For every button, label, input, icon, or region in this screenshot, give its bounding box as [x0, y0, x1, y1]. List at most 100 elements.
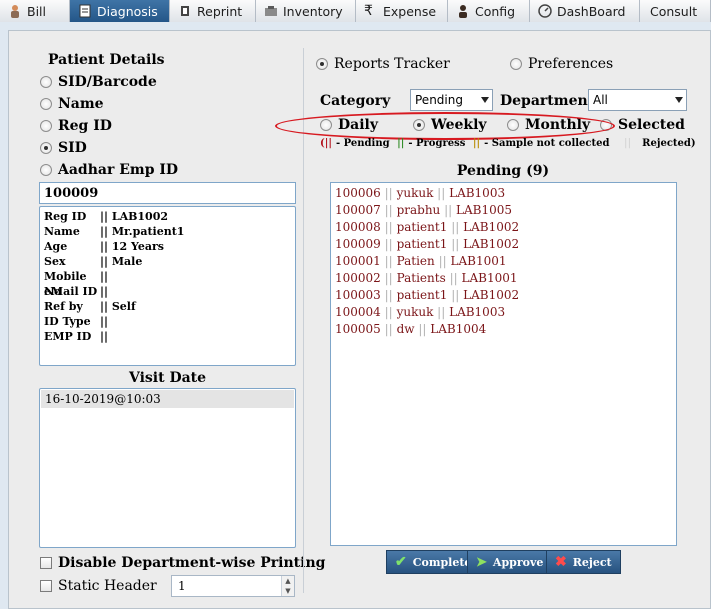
item-lab: LAB1003 — [449, 305, 506, 319]
button-label: Approve — [492, 555, 544, 569]
list-item[interactable]: 100008 || patient1 || LAB1002 — [335, 219, 672, 236]
list-item[interactable]: 100002 || Patients || LAB1001 — [335, 270, 672, 287]
info-key: ID Type — [44, 315, 91, 328]
radio-sid-barcode[interactable]: SID/Barcode — [40, 74, 157, 90]
tab-dashboard[interactable]: DashBoard — [530, 0, 640, 22]
radio-label: Preferences — [528, 56, 614, 72]
tab-label: Config — [475, 3, 516, 19]
radio-sid[interactable]: SID — [40, 140, 87, 156]
tab-diagnosis[interactable]: Diagnosis — [70, 0, 170, 22]
reprint-icon — [178, 4, 192, 18]
info-row-sex: Sex || Male — [44, 254, 291, 269]
list-item[interactable]: 100005 || dw || LAB1004 — [335, 321, 672, 338]
info-row-ref-by: Ref by || Self — [44, 299, 291, 314]
legend-pending-marker: (|| — [320, 138, 333, 149]
info-value: || LAB1002 — [100, 210, 169, 223]
tab-label: Expense — [383, 3, 437, 19]
document-icon — [78, 4, 92, 18]
rupee-icon: ₹ — [364, 3, 373, 19]
info-key: Ref by — [44, 300, 83, 313]
legend-pending: - Pending — [336, 138, 390, 149]
item-lab: LAB1004 — [430, 322, 487, 336]
radio-reg-id[interactable]: Reg ID — [40, 118, 112, 134]
close-icon: ✖ — [555, 554, 567, 570]
item-sid: 100002 — [335, 271, 381, 285]
list-item[interactable]: 100009 || patient1 || LAB1002 — [335, 236, 672, 253]
radio-label: Aadhar Emp ID — [58, 162, 179, 178]
visit-date-list: 16-10-2019@10:03 — [39, 388, 296, 548]
info-value: || — [100, 285, 109, 298]
patient-info-box: Reg ID || LAB1002 Name || Mr.patient1 Age |… — [39, 206, 296, 366]
radio-dot — [40, 98, 52, 110]
radio-preferences[interactable]: Preferences — [510, 56, 613, 72]
item-name: patient1 — [396, 220, 448, 234]
radio-aadhar-emp-id[interactable]: Aadhar Emp ID — [40, 162, 178, 178]
tab-bill[interactable]: Bill — [0, 0, 70, 22]
item-name: patient1 — [396, 237, 448, 251]
tab-label: Bill — [27, 3, 46, 19]
list-item[interactable]: 100007 || prabhu || LAB1005 — [335, 202, 672, 219]
radio-dot-selected — [316, 58, 328, 70]
info-key: EMP ID — [44, 330, 92, 343]
status-legend: (|| - Pending || - Progress || - Sample … — [320, 138, 696, 149]
disable-dept-printing-checkbox[interactable]: Disable Department-wise Printing — [40, 555, 325, 571]
radio-label: Selected — [618, 117, 685, 133]
spinner-arrows[interactable]: ▲ ▼ — [281, 576, 294, 596]
list-item[interactable]: 100006 || yukuk || LAB1003 — [335, 185, 672, 202]
visit-date-item[interactable]: 16-10-2019@10:03 — [41, 390, 294, 408]
pending-title: Pending (9) — [456, 163, 550, 179]
radio-name[interactable]: Name — [40, 96, 104, 112]
info-row-name: Name || Mr.patient1 — [44, 224, 291, 239]
department-value: All — [593, 93, 608, 107]
checkbox-box — [40, 580, 52, 592]
category-select[interactable]: Pending — [410, 89, 493, 111]
item-name: patient1 — [396, 288, 448, 302]
static-header-spinner[interactable]: 1 ▲ ▼ — [171, 575, 295, 597]
radio-label: Reg ID — [58, 118, 112, 134]
category-label: Category — [320, 93, 391, 109]
tab-consult[interactable]: Consult — [640, 0, 711, 22]
item-sid: 100004 — [335, 305, 381, 319]
item-lab: LAB1001 — [450, 254, 507, 268]
info-key: Reg ID — [44, 210, 87, 223]
tab-inventory[interactable]: Inventory — [256, 0, 356, 22]
department-select[interactable]: All — [588, 89, 687, 111]
tab-config[interactable]: Config — [448, 0, 530, 22]
tab-expense[interactable]: ₹ Expense — [356, 0, 448, 22]
item-lab: LAB1002 — [463, 237, 520, 251]
item-lab: LAB1001 — [461, 271, 518, 285]
tab-label: Diagnosis — [97, 3, 158, 19]
sid-input[interactable]: 100009 — [39, 182, 296, 204]
item-name: yukuk — [396, 305, 434, 319]
tab-label: Reprint — [197, 3, 243, 19]
list-item[interactable]: 100001 || Patien || LAB1001 — [335, 253, 672, 270]
radio-reports-tracker[interactable]: Reports Tracker — [316, 56, 450, 72]
item-sid: 100001 — [335, 254, 381, 268]
tab-reprint[interactable]: Reprint — [170, 0, 256, 22]
check-icon: ✔ — [395, 554, 407, 570]
static-header-checkbox[interactable]: Static Header — [40, 578, 157, 594]
info-key: Name — [44, 225, 80, 238]
tab-label: DashBoard — [557, 3, 626, 19]
info-row-age: Age || 12 Years — [44, 239, 291, 254]
radio-label: Reports Tracker — [334, 56, 450, 72]
info-key: Age — [44, 240, 68, 253]
checkbox-box — [40, 557, 52, 569]
list-item[interactable]: 100003 || patient1 || LAB1002 — [335, 287, 672, 304]
pending-list: 100006 || yukuk || LAB1003 100007 || pra… — [330, 182, 677, 546]
item-sid: 100003 — [335, 288, 381, 302]
info-value: || 12 Years — [100, 240, 164, 253]
approve-arrow-icon: ➤ — [476, 554, 487, 570]
person-icon — [8, 4, 22, 18]
approve-button[interactable]: ➤ Approve — [467, 550, 553, 574]
item-lab: LAB1002 — [463, 220, 520, 234]
item-name: Patients — [396, 271, 446, 285]
item-name: yukuk — [396, 186, 434, 200]
list-item[interactable]: 100004 || yukuk || LAB1003 — [335, 304, 672, 321]
button-label: Complete — [412, 555, 472, 569]
reject-button[interactable]: ✖ Reject — [546, 550, 621, 574]
top-tab-bar: Bill Diagnosis Reprint Inventory ₹ Expen… — [0, 0, 711, 22]
legend-progress-marker: || — [393, 138, 405, 149]
tab-label: Inventory — [283, 3, 343, 19]
info-key: eMail ID — [44, 285, 98, 298]
